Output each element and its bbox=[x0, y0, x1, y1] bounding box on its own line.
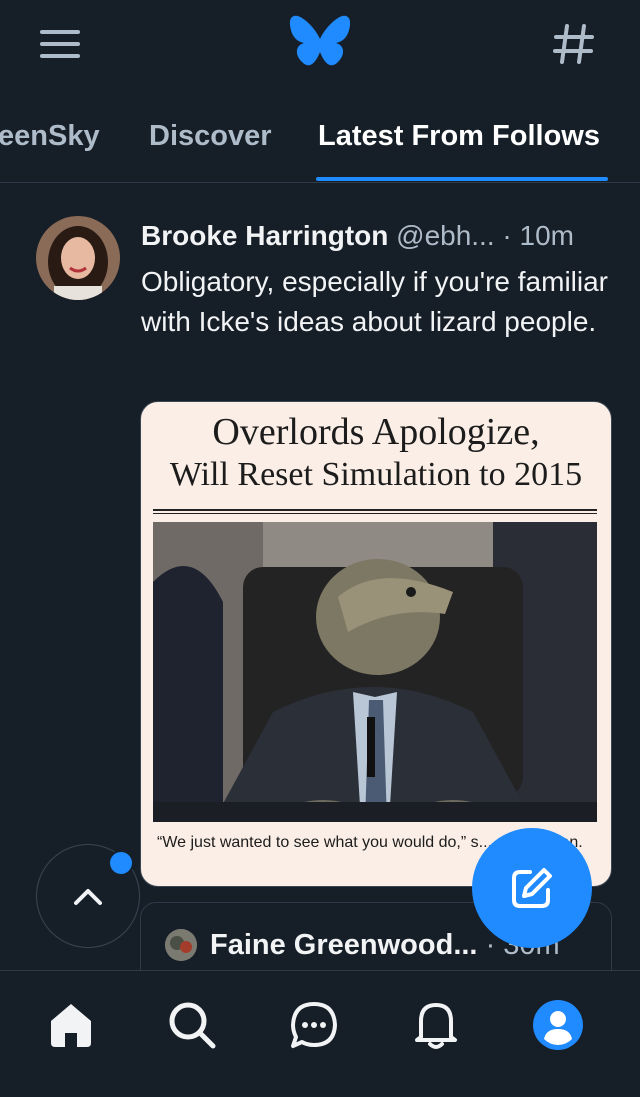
active-tab-indicator bbox=[316, 177, 608, 181]
compose-button[interactable] bbox=[472, 828, 592, 948]
chevron-up-icon bbox=[74, 889, 102, 905]
feed-tabs: eenSky Discover Latest From Follows bbox=[0, 100, 640, 183]
post-text: Obligatory, especially if you're familia… bbox=[141, 266, 609, 337]
tab-greensky[interactable]: eenSky bbox=[0, 120, 100, 153]
next-post-author[interactable]: Faine Greenwood... bbox=[210, 929, 478, 961]
profile-icon[interactable] bbox=[532, 999, 584, 1051]
bell-icon[interactable] bbox=[410, 999, 462, 1051]
next-post-avatar[interactable] bbox=[165, 929, 197, 961]
unread-indicator-dot bbox=[108, 850, 134, 876]
chat-icon[interactable] bbox=[288, 999, 340, 1051]
author-avatar[interactable] bbox=[36, 216, 120, 300]
bottom-nav bbox=[0, 970, 640, 1097]
author-name[interactable]: Brooke Harrington bbox=[141, 220, 388, 251]
tab-discover[interactable]: Discover bbox=[149, 120, 272, 153]
butterfly-logo-icon[interactable] bbox=[288, 14, 352, 72]
search-icon[interactable] bbox=[166, 999, 218, 1051]
hashtag-icon[interactable] bbox=[548, 18, 600, 70]
post-meta: Brooke Harrington @ebh... · 10m bbox=[141, 220, 611, 252]
home-icon[interactable] bbox=[45, 999, 97, 1051]
tab-latest-from-follows[interactable]: Latest From Follows bbox=[318, 120, 600, 153]
post-time[interactable]: 10m bbox=[520, 220, 574, 251]
hamburger-menu-icon[interactable] bbox=[36, 22, 84, 66]
image-divider bbox=[153, 509, 597, 511]
image-divider bbox=[153, 513, 597, 514]
top-bar bbox=[0, 0, 640, 92]
post-image[interactable]: Overlords Apologize, Will Reset Simulati… bbox=[140, 401, 612, 887]
compose-icon bbox=[512, 868, 552, 908]
lizard-photo bbox=[153, 522, 597, 822]
image-headline-line2: Will Reset Simulation to 2015 bbox=[169, 456, 583, 493]
author-handle[interactable]: @ebh... bbox=[396, 220, 494, 251]
meta-separator: · bbox=[502, 220, 512, 251]
image-headline-line1: Overlords Apologize, bbox=[212, 411, 540, 453]
